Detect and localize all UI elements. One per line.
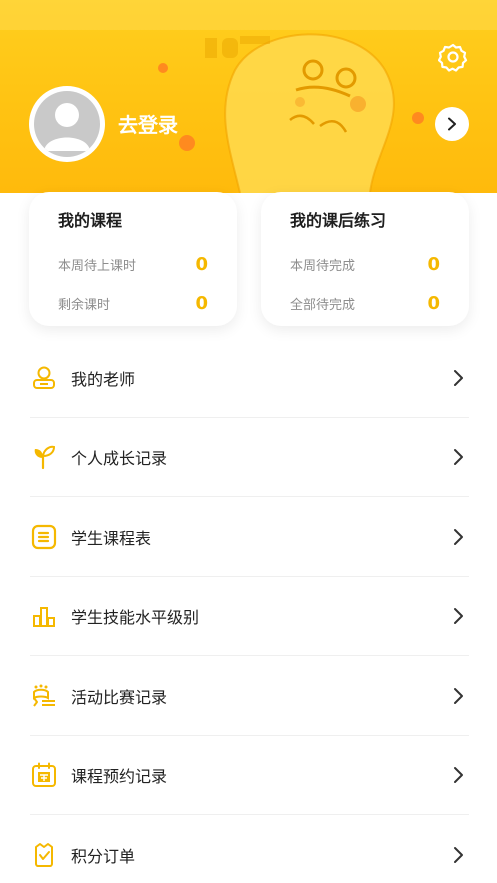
card-title: 我的课后练习 — [290, 211, 387, 230]
chevron-right-icon — [454, 846, 463, 863]
chevron-right-icon — [448, 117, 456, 131]
menu-item-label: 活动比赛记录 — [71, 687, 168, 707]
chevron-right-icon — [454, 369, 463, 386]
menu-item-label: 课程预约记录 — [71, 767, 168, 787]
schedule-icon — [31, 524, 56, 549]
menu-item-competition-record[interactable]: 活动比赛记录 — [0, 656, 497, 736]
settings-button[interactable] — [436, 40, 470, 74]
card-row-value: 0 — [195, 254, 208, 275]
chevron-right-icon — [454, 528, 463, 545]
menu-item-label: 学生课程表 — [71, 528, 152, 548]
chevron-right-icon — [454, 608, 463, 625]
login-link[interactable]: 去登录 — [118, 110, 178, 140]
menu-item-label: 学生技能水平级别 — [71, 608, 200, 628]
sprout-icon — [34, 446, 55, 470]
avatar[interactable] — [29, 86, 105, 162]
my-homework-card[interactable]: 我的课后练习 本周待完成 0 全部待完成 0 — [261, 192, 469, 326]
level-chart-icon — [32, 607, 55, 628]
card-row-label: 本周待上课时 — [58, 259, 137, 274]
teacher-icon — [32, 366, 55, 389]
card-row-value: 0 — [427, 293, 440, 314]
menu-item-label: 我的老师 — [71, 369, 136, 389]
menu-item-points-order[interactable]: 积分订单 — [0, 815, 497, 883]
gear-icon — [438, 43, 468, 72]
menu-item-label: 积分订单 — [71, 846, 136, 866]
profile-arrow-button[interactable] — [435, 107, 469, 141]
card-row-label: 全部待完成 — [290, 298, 356, 313]
card-row: 剩余课时 0 — [58, 284, 208, 323]
competition-icon — [32, 684, 55, 707]
card-title: 我的课程 — [58, 211, 123, 230]
chevron-right-icon — [454, 449, 463, 466]
points-order-icon — [34, 842, 53, 867]
profile-header: 去登录 — [0, 0, 497, 193]
card-row: 本周待完成 0 — [290, 245, 440, 284]
menu-item-growth-record[interactable]: 个人成长记录 — [0, 418, 497, 498]
menu-item-student-schedule[interactable]: 学生课程表 — [0, 497, 497, 577]
card-row-value: 0 — [427, 254, 440, 275]
menu-item-label: 个人成长记录 — [71, 449, 168, 469]
default-user-icon — [44, 103, 90, 151]
menu-list: 我的老师 个人成长记录 学生课程表 学生技能水平级别 活动比赛记录 课程预约记录… — [0, 338, 497, 883]
card-row-label: 本周待完成 — [290, 259, 356, 274]
menu-item-skill-level[interactable]: 学生技能水平级别 — [0, 577, 497, 657]
card-row: 本周待上课时 0 — [58, 245, 208, 284]
card-row-value: 0 — [195, 293, 208, 314]
menu-item-booking-record[interactable]: 课程预约记录 — [0, 736, 497, 816]
my-course-card[interactable]: 我的课程 本周待上课时 0 剩余课时 0 — [29, 192, 237, 326]
card-row-label: 剩余课时 — [58, 298, 111, 313]
menu-item-my-teacher[interactable]: 我的老师 — [0, 338, 497, 418]
chevron-right-icon — [454, 687, 463, 704]
card-row: 全部待完成 0 — [290, 284, 440, 323]
booking-calendar-icon — [31, 762, 56, 788]
chevron-right-icon — [454, 767, 463, 784]
